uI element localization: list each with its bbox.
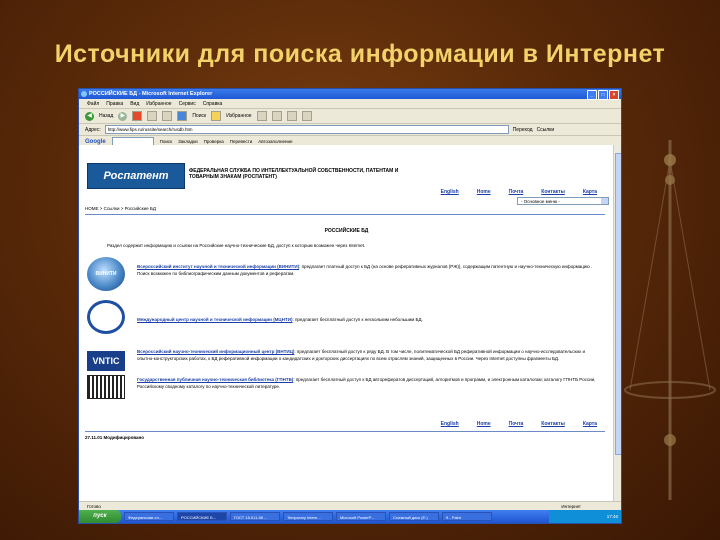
browser-window: РОССИЙСКИЕ БД - Microsoft Internet Explo…: [78, 88, 622, 524]
rospatent-logo[interactable]: Роспатент: [87, 163, 185, 189]
go-button[interactable]: Переход: [513, 127, 533, 133]
main-menu-select-value: - Основное меню -: [521, 199, 560, 204]
top-nav-links: English Home Почта Контакты Карта: [441, 189, 597, 195]
entry-description: : предлагает бесплатный доступ к несколь…: [292, 317, 423, 322]
maximize-button[interactable]: □: [598, 90, 608, 100]
translate-button[interactable]: Перевести: [230, 139, 252, 144]
taskbar-item[interactable]: Федеральная сл...: [124, 512, 174, 521]
ie-icon: [81, 91, 87, 97]
taskbar-item[interactable]: Microsoft PowerP...: [336, 512, 386, 521]
forward-arrow-icon[interactable]: ▶: [118, 111, 128, 121]
bottom-nav-links: English Home Почта Контакты Карта: [441, 421, 597, 427]
divider: [85, 431, 605, 432]
divider: [85, 214, 605, 215]
vntic-logo[interactable]: VNTIC: [87, 351, 125, 371]
close-button[interactable]: ×: [609, 90, 619, 100]
favorites-button[interactable]: Избранное: [226, 113, 251, 119]
system-tray-clock[interactable]: 17:46: [549, 510, 621, 523]
link-map[interactable]: Карта: [583, 421, 597, 427]
entry-mcnti: Международный центр научной и техническо…: [137, 317, 597, 324]
vertical-scrollbar[interactable]: [613, 145, 621, 501]
scrollbar-thumb[interactable]: [615, 153, 621, 455]
menu-file[interactable]: Файл: [87, 101, 99, 107]
menu-tools[interactable]: Сервис: [179, 101, 196, 107]
window-title: РОССИЙСКИЕ БД - Microsoft Internet Explo…: [89, 91, 213, 97]
google-search-button[interactable]: Поиск: [160, 139, 172, 144]
address-input[interactable]: http://www.fips.ru/russite/search/rusdb.…: [104, 125, 509, 134]
taskbar-item[interactable]: ГОСТ 15.011-96 ...: [230, 512, 280, 521]
viniti-logo[interactable]: ВИНИТИ: [87, 257, 125, 291]
link-home[interactable]: Home: [477, 421, 491, 427]
gpntb-logo[interactable]: [87, 375, 125, 399]
section-heading: РОССИЙСКИЕ БД: [324, 228, 369, 234]
page-content: Роспатент ФЕДЕРАЛЬНАЯ СЛУЖБА ПО ИНТЕЛЛЕК…: [79, 145, 621, 501]
google-logo[interactable]: Google: [85, 139, 106, 145]
link-home[interactable]: Home: [477, 189, 491, 195]
minimize-button[interactable]: _: [587, 90, 597, 100]
stop-icon[interactable]: [132, 111, 143, 121]
main-menu-select[interactable]: - Основное меню -: [517, 197, 609, 205]
entry-gpntb: Государственная публичная научно-техниче…: [137, 377, 597, 390]
taskbar: пуск Федеральная сл... РОССИЙСКИЕ Б... Г…: [79, 510, 621, 523]
status-bar: Готово Интернет: [79, 501, 621, 510]
start-button[interactable]: пуск: [79, 510, 121, 523]
taskbar-item[interactable]: Съемный диск (E:): [389, 512, 439, 521]
link-contacts[interactable]: Контакты: [541, 189, 565, 195]
entry-title-link[interactable]: Всероссийский институт научной и техниче…: [137, 264, 299, 269]
toolbar: ◀ Назад ▶ Поиск Избранное: [79, 109, 621, 124]
back-button[interactable]: Назад: [99, 113, 113, 119]
intro-text: Раздел содержит информацию и ссылки на Р…: [107, 243, 366, 248]
print-icon[interactable]: [286, 111, 297, 121]
breadcrumb[interactable]: HOME > Ссылки > Российские БД: [85, 206, 156, 211]
address-bar: Адрес: http://www.fips.ru/russite/search…: [79, 124, 621, 136]
check-button[interactable]: Проверка: [204, 139, 224, 144]
entry-title-link[interactable]: Государственная публичная научно-техниче…: [137, 377, 293, 382]
autofill-button[interactable]: Автозаполнение: [258, 139, 292, 144]
address-label: Адрес:: [85, 126, 101, 133]
status-text: Готово: [87, 504, 101, 509]
slide-title: Источники для поиска информации в Интерн…: [54, 40, 666, 68]
menu-bar: Файл Правка Вид Избранное Сервис Справка: [79, 99, 621, 109]
chevron-down-icon: [601, 198, 608, 204]
mail-icon[interactable]: [271, 111, 282, 121]
link-english[interactable]: English: [441, 189, 459, 195]
home-icon[interactable]: [162, 111, 173, 121]
link-contacts[interactable]: Контакты: [541, 421, 565, 427]
scales-decoration: [624, 140, 716, 500]
entry-viniti: Всероссийский институт научной и техниче…: [137, 264, 597, 277]
refresh-icon[interactable]: [147, 111, 158, 121]
mcnti-logo[interactable]: [87, 300, 125, 334]
entry-title-link[interactable]: Всероссийский научно-технический информа…: [137, 349, 294, 354]
bookmarks-button[interactable]: Закладки: [178, 139, 197, 144]
back-arrow-icon[interactable]: ◀: [85, 111, 94, 121]
taskbar-item[interactable]: Temporary Intern...: [283, 512, 333, 521]
link-mail[interactable]: Почта: [509, 421, 524, 427]
link-map[interactable]: Карта: [583, 189, 597, 195]
menu-edit[interactable]: Правка: [106, 101, 123, 107]
taskbar-item[interactable]: 9 - Paint: [442, 512, 492, 521]
link-mail[interactable]: Почта: [509, 189, 524, 195]
edit-icon[interactable]: [301, 111, 312, 121]
entry-vntic: Всероссийский научно-технический информа…: [137, 349, 597, 362]
window-titlebar[interactable]: РОССИЙСКИЕ БД - Microsoft Internet Explo…: [79, 89, 621, 100]
modified-date: 27.11.01 Модифицировано: [85, 435, 144, 440]
menu-help[interactable]: Справка: [203, 101, 223, 107]
links-button[interactable]: Ссылки: [537, 127, 555, 133]
search-icon[interactable]: [177, 111, 188, 121]
history-icon[interactable]: [256, 111, 267, 121]
favorites-star-icon[interactable]: [211, 111, 222, 121]
search-button[interactable]: Поиск: [192, 113, 206, 119]
taskbar-item[interactable]: РОССИЙСКИЕ Б...: [177, 512, 227, 521]
menu-favorites[interactable]: Избранное: [146, 101, 171, 107]
entry-title-link[interactable]: Международный центр научной и техническо…: [137, 317, 292, 322]
org-name: ФЕДЕРАЛЬНАЯ СЛУЖБА ПО ИНТЕЛЛЕКТУАЛЬНОЙ С…: [189, 168, 399, 180]
menu-view[interactable]: Вид: [130, 101, 139, 107]
link-english[interactable]: English: [441, 421, 459, 427]
